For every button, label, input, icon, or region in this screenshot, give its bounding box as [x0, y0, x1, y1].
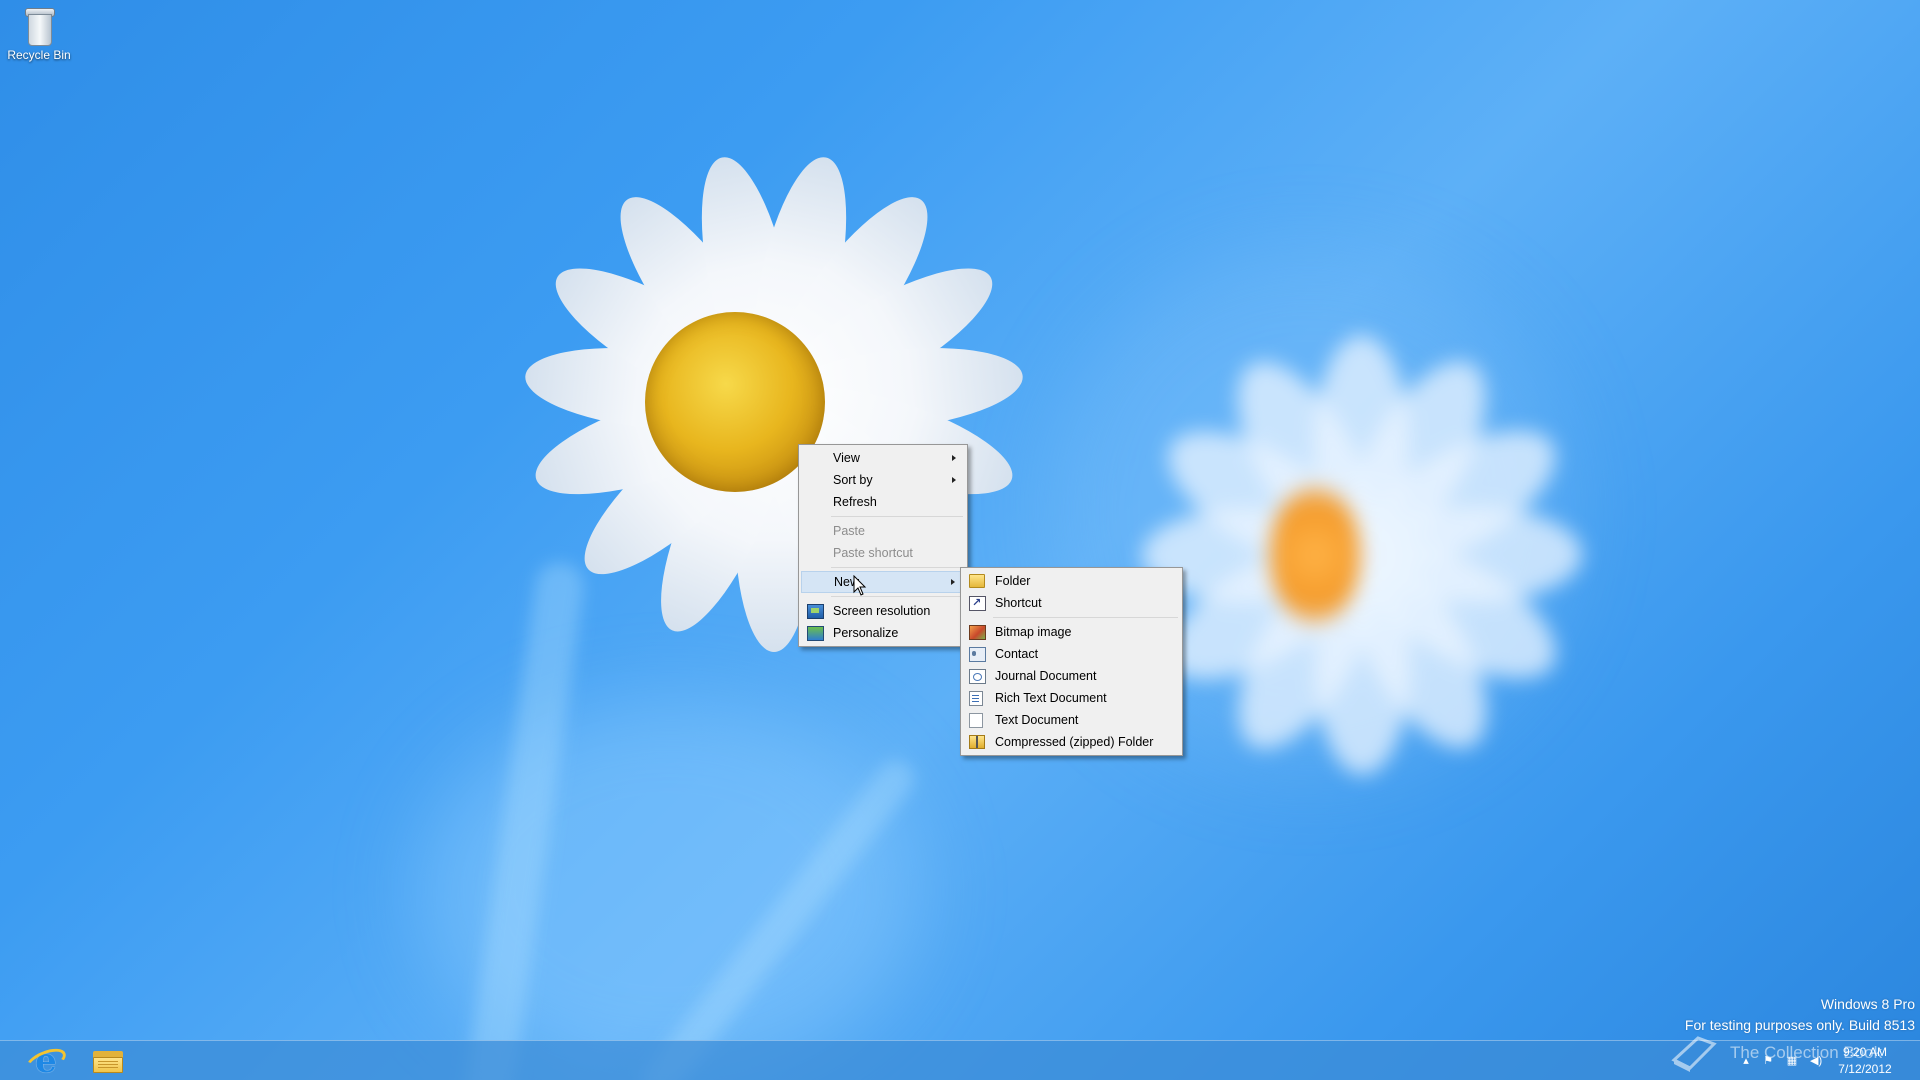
edition-watermark: Windows 8 Pro For testing purposes only.…: [1685, 994, 1915, 1036]
personalize-icon: [807, 626, 824, 641]
submenu-item-shortcut[interactable]: Shortcut: [963, 592, 1180, 614]
menu-item-view[interactable]: View: [801, 447, 965, 469]
submenu-arrow-icon: [952, 455, 956, 461]
recycle-bin-icon: [24, 6, 55, 46]
menu-item-paste[interactable]: Paste: [801, 520, 965, 542]
menu-item-label: Folder: [995, 574, 1031, 588]
submenu-item-compressed-folder[interactable]: Compressed (zipped) Folder: [963, 731, 1180, 753]
desktop-icon-recycle-bin[interactable]: Recycle Bin: [4, 6, 74, 62]
desktop-context-menu: View Sort by Refresh Paste Paste shortcu…: [798, 444, 968, 647]
screen-resolution-icon: [807, 604, 824, 619]
clock-date: 7/12/2012: [1838, 1062, 1892, 1076]
submenu-item-folder[interactable]: Folder: [963, 570, 1180, 592]
build-text: For testing purposes only. Build 8513: [1684, 1017, 1915, 1033]
menu-item-label: Rich Text Document: [995, 691, 1107, 705]
edition-text: Windows 8 Pro: [1820, 996, 1915, 1012]
menu-item-label: Personalize: [833, 626, 899, 640]
shortcut-icon: [969, 592, 986, 614]
menu-item-refresh[interactable]: Refresh: [801, 491, 965, 513]
menu-separator: [831, 596, 963, 597]
contact-icon: [969, 647, 986, 662]
menu-item-sort-by[interactable]: Sort by: [801, 469, 965, 491]
submenu-item-rich-text-document[interactable]: Rich Text Document: [963, 687, 1180, 709]
menu-item-label: Paste shortcut: [833, 546, 913, 560]
menu-item-personalize[interactable]: Personalize: [801, 622, 965, 644]
rich-text-icon: [969, 691, 983, 706]
new-submenu: Folder Shortcut Bitmap image Contact Jou…: [960, 567, 1183, 756]
menu-item-paste-shortcut[interactable]: Paste shortcut: [801, 542, 965, 564]
menu-separator: [831, 516, 963, 517]
menu-separator: [831, 567, 963, 568]
book-watermark-icon: [1671, 1036, 1717, 1072]
submenu-item-journal-document[interactable]: Journal Document: [963, 665, 1180, 687]
taskbar: e ▴ ⚑ ▦ ◀) 9:20 AM 7/12/2012: [0, 1040, 1920, 1080]
book-watermark-text: The Collection Book: [1730, 1043, 1883, 1062]
desktop[interactable]: Recycle Bin View Sort by Refresh Paste P…: [0, 0, 1920, 1080]
menu-item-label: Journal Document: [995, 669, 1097, 683]
menu-item-label: Paste: [833, 524, 865, 538]
menu-item-label: View: [833, 451, 860, 465]
menu-item-label: Bitmap image: [995, 625, 1072, 639]
menu-item-label: Screen resolution: [833, 604, 931, 618]
desktop-icon-label: Recycle Bin: [7, 48, 71, 62]
submenu-arrow-icon: [952, 477, 956, 483]
taskbar-internet-explorer[interactable]: e: [18, 1043, 74, 1079]
submenu-item-contact[interactable]: Contact: [963, 643, 1180, 665]
zip-folder-icon: [969, 735, 985, 749]
submenu-item-text-document[interactable]: Text Document: [963, 709, 1180, 731]
menu-item-label: Text Document: [995, 713, 1079, 727]
submenu-arrow-icon: [951, 579, 955, 585]
file-explorer-icon: [93, 1049, 123, 1073]
menu-item-label: Contact: [995, 647, 1039, 661]
menu-item-label: Sort by: [833, 473, 873, 487]
menu-item-label: Refresh: [833, 495, 877, 509]
menu-separator: [993, 617, 1178, 618]
taskbar-file-explorer[interactable]: [80, 1043, 136, 1079]
submenu-item-bitmap-image[interactable]: Bitmap image: [963, 621, 1180, 643]
menu-item-label: Compressed (zipped) Folder: [995, 735, 1154, 749]
menu-item-label: Shortcut: [995, 596, 1042, 610]
menu-item-screen-resolution[interactable]: Screen resolution: [801, 600, 965, 622]
menu-item-new[interactable]: New: [801, 571, 965, 593]
folder-icon: [969, 574, 985, 588]
text-document-icon: [969, 713, 983, 728]
bitmap-icon: [969, 625, 986, 640]
journal-icon: [969, 669, 986, 684]
